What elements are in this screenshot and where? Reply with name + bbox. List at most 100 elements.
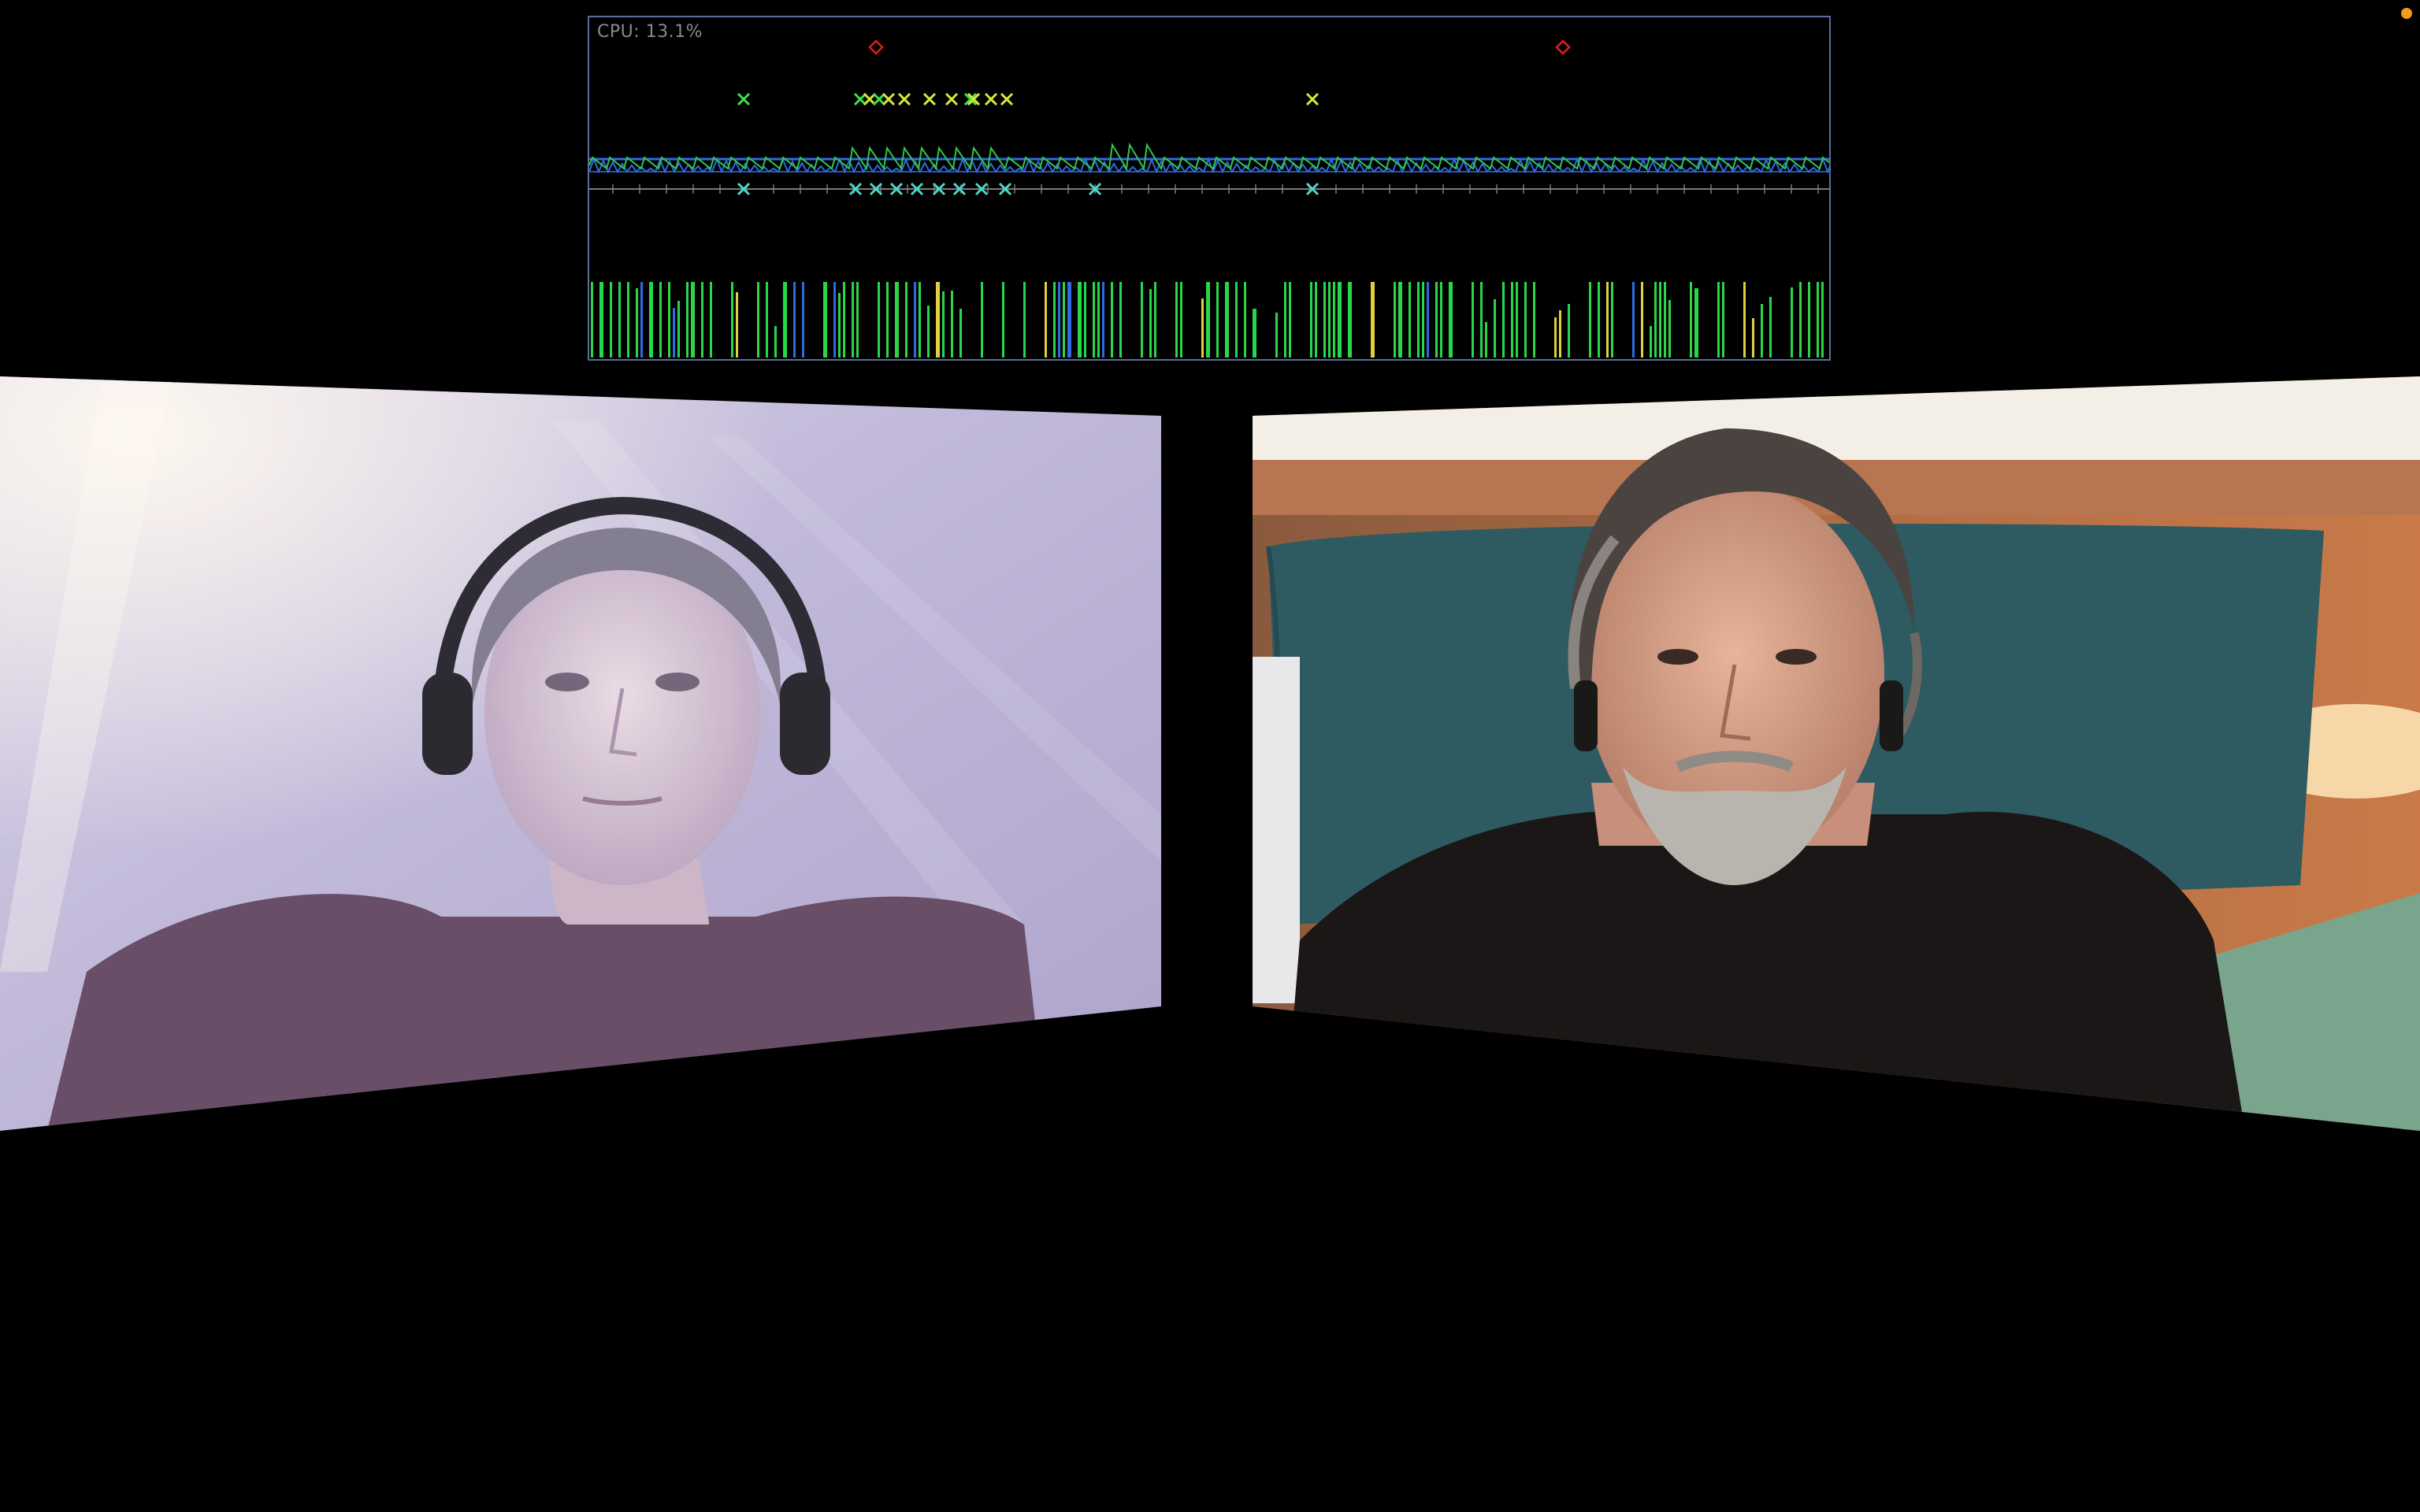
perf-activity-bar — [1632, 282, 1635, 358]
perf-activity-bar — [927, 306, 930, 358]
perf-activity-bar — [1769, 297, 1772, 358]
perf-activity-bar — [1821, 282, 1824, 358]
perf-activity-bar — [1149, 289, 1152, 358]
perf-activity-bar — [1206, 282, 1210, 358]
perf-frame-marker — [853, 92, 867, 106]
perf-activity-bar — [1063, 282, 1065, 358]
perf-frame-marker — [897, 92, 911, 106]
perf-activity-bar — [1333, 282, 1335, 358]
perf-activity-bar — [1761, 304, 1763, 358]
perf-activity-bar — [783, 282, 787, 358]
perf-frame-marker — [945, 92, 959, 106]
perf-activity-bar — [1058, 282, 1060, 358]
perf-activity-bar — [1141, 282, 1143, 358]
perf-activity-bar — [686, 282, 689, 358]
perf-activity-bar — [701, 282, 703, 358]
perf-frame-marker — [984, 92, 998, 106]
perf-activity-bar — [1598, 282, 1600, 358]
perf-activity-bar — [1097, 282, 1100, 358]
perf-activity-bar — [691, 282, 695, 358]
perf-activity-bar — [636, 288, 638, 358]
perf-activity-bar — [673, 308, 675, 358]
perf-activity-bar — [1559, 310, 1561, 358]
perf-activity-bar — [942, 291, 945, 358]
perf-activity-bar — [1111, 282, 1113, 358]
perf-activity-bar — [1524, 282, 1527, 358]
perf-activity-bar — [838, 293, 841, 358]
perf-activity-bar — [905, 282, 908, 358]
perf-activity-bar — [1284, 282, 1286, 358]
perf-activity-bar — [1717, 282, 1720, 358]
perf-graph — [589, 39, 1829, 358]
perf-activity-bar — [1664, 282, 1666, 358]
perf-frame-marker — [737, 92, 751, 106]
perf-activity-bar — [1502, 282, 1505, 358]
perf-activity-bar — [1235, 282, 1238, 358]
perf-activity-bar — [774, 326, 777, 358]
video-feed-icon — [1253, 376, 2420, 1131]
perf-activity-bar — [1752, 318, 1754, 358]
perf-activity-bar — [1817, 282, 1819, 358]
perf-activity-bar — [1323, 282, 1326, 358]
perf-activity-bar — [793, 282, 796, 358]
perf-frame-marker — [1305, 92, 1319, 106]
perf-activity-bar — [1668, 300, 1671, 358]
perf-activity-bar — [914, 282, 916, 358]
perf-activity-bar — [1201, 298, 1204, 358]
perf-activity-bar — [981, 282, 983, 358]
perf-activity-bar — [1315, 282, 1317, 358]
perf-activity-bar — [1216, 282, 1219, 358]
perf-activity-bar — [895, 282, 899, 358]
perf-activity-bar — [1694, 288, 1698, 358]
perf-activity-bar — [1417, 282, 1420, 358]
perf-activity-bar — [878, 282, 880, 358]
perf-activity-bar — [823, 282, 827, 358]
perf-activity-bar — [1253, 309, 1256, 358]
perf-activity-bar — [1427, 282, 1429, 358]
perf-activity-bar — [1225, 282, 1229, 358]
perf-alert-marker — [868, 39, 884, 55]
perf-activity-bar — [1808, 282, 1810, 358]
perf-activity-bar — [649, 282, 653, 358]
perf-activity-bar — [1002, 282, 1004, 358]
perf-activity-bar — [1516, 282, 1518, 358]
perf-activity-bar — [710, 282, 712, 358]
perf-activity-bar — [886, 282, 889, 358]
perf-activity-bar — [1472, 282, 1474, 358]
perf-activity-bar — [1650, 326, 1652, 358]
perf-frame-marker — [863, 92, 877, 106]
perf-activity-bar — [1338, 282, 1342, 358]
perf-activity-bar — [1480, 282, 1483, 358]
perf-activity-bar — [1275, 313, 1278, 358]
perf-activity-bar — [1449, 282, 1453, 358]
perf-activity-bar — [591, 282, 593, 358]
perf-frame-marker — [882, 92, 896, 106]
perf-activity-bar — [1078, 282, 1082, 358]
perf-activity-bar — [1053, 282, 1056, 358]
participant-video-right[interactable] — [1253, 373, 2420, 1131]
perf-frame-marker — [922, 92, 937, 106]
perf-activity-bar — [1533, 282, 1535, 358]
perf-activity-bar — [599, 282, 603, 358]
perf-activity-bar — [1045, 282, 1047, 358]
perf-activity-bar — [1023, 282, 1026, 358]
perf-activity-bar — [1180, 282, 1182, 358]
perf-activity-bar — [1093, 282, 1095, 358]
perf-activity-bar — [1589, 282, 1591, 358]
perf-activity-bar — [1494, 299, 1496, 358]
cpu-performance-overlay: CPU: 13.1% — [588, 16, 1831, 361]
perf-activity-bar — [1328, 282, 1331, 358]
perf-activity-bar — [852, 282, 854, 358]
perf-activity-bar — [1102, 282, 1104, 358]
participant-video-left[interactable] — [0, 373, 1161, 1131]
perf-activity-bar — [1371, 282, 1375, 358]
perf-activity-bar — [802, 282, 804, 358]
perf-activity-bar — [1511, 282, 1513, 358]
perf-activity-bar — [1791, 287, 1793, 358]
perf-activity-bar — [1289, 282, 1291, 358]
perf-activity-bar — [731, 282, 733, 358]
perf-activity-bar — [1659, 282, 1661, 358]
perf-activity-bar — [1611, 282, 1613, 358]
perf-activity-bar — [1154, 282, 1156, 358]
perf-activity-bar — [1606, 282, 1609, 358]
